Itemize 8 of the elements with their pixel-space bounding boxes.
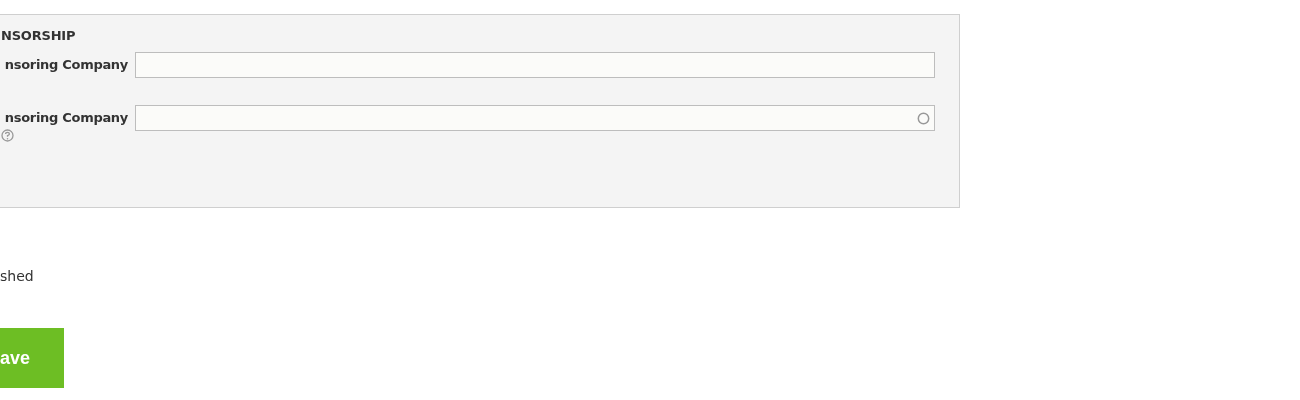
save-button[interactable]: ave [0, 328, 64, 388]
section-heading: NSORSHIP [1, 28, 77, 43]
status-text: shed [0, 268, 35, 284]
field-label: nsoring Company [4, 109, 128, 127]
input-field[interactable] [135, 105, 935, 131]
input-field[interactable] [135, 52, 935, 78]
circle-icon [917, 111, 930, 125]
field-label: nsoring Company [4, 56, 128, 74]
